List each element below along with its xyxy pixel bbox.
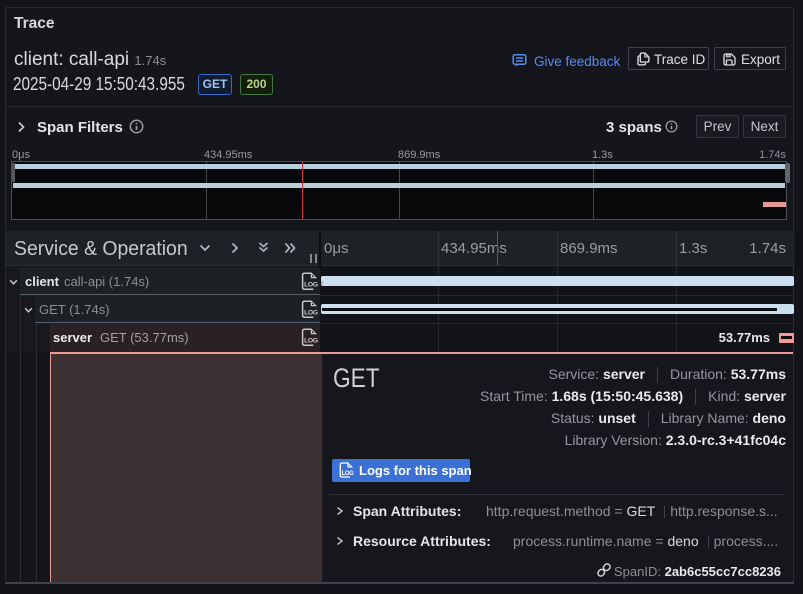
svg-text:LOG: LOG [342,471,354,477]
svg-text:LOG: LOG [304,310,318,317]
svg-text:LOG: LOG [304,338,318,345]
svg-text:LOG: LOG [304,282,318,289]
